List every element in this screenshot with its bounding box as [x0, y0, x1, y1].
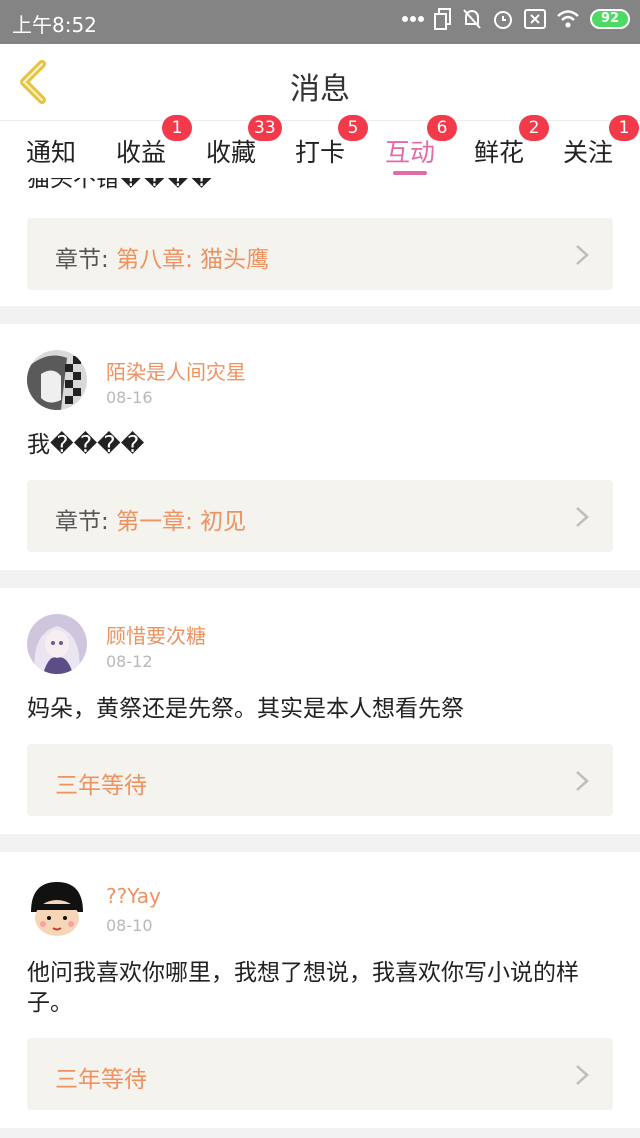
page-title: 消息 [290, 72, 350, 107]
message-list[interactable]: 猫头不错���� 章节: 第八章: 猫头鹰 陌染是人间灾星 08-16 我���… [0, 178, 640, 1138]
avatar[interactable] [27, 350, 87, 410]
chapter-text: 章节: 第八章: 猫头鹰 [55, 240, 269, 274]
chapter-name: 第一章: 初见 [116, 509, 247, 535]
sim-icon [434, 8, 451, 30]
tab-badge: 5 [338, 115, 368, 141]
tab-badge: 1 [162, 115, 192, 141]
tab-interaction[interactable]: 互动 6 [385, 115, 457, 169]
sim-off-icon [524, 9, 546, 29]
tab-bar: 通知 收益 1 收藏 33 打卡 5 互动 6 鲜花 2 关注 1 [0, 115, 640, 178]
tab-label: 关注 [563, 138, 614, 167]
tab-label: 通知 [26, 138, 77, 167]
chapter-prefix: 章节: [55, 509, 117, 535]
avatar-image [27, 878, 87, 938]
user-name[interactable]: 顾惜要次糖 [106, 620, 206, 649]
tab-badge: 33 [248, 115, 282, 141]
user-name[interactable]: ??Yay [106, 884, 161, 908]
wifi-icon [557, 10, 579, 28]
tab-label: 打卡 [295, 138, 346, 167]
chapter-name: 三年等待 [55, 1067, 147, 1093]
chevron-right-icon [576, 245, 589, 265]
avatar[interactable] [27, 878, 87, 938]
status-bar: 上午8:52 92 [0, 0, 640, 44]
chapter-name: 三年等待 [55, 773, 147, 799]
user-name[interactable]: 陌染是人间灾星 [106, 356, 246, 385]
tab-badge: 2 [519, 115, 549, 141]
status-icons: 92 [402, 8, 630, 30]
tab-label: 收益 [116, 138, 167, 167]
more-dots-icon [402, 16, 424, 22]
post-date: 08-12 [106, 652, 153, 671]
battery-level: 92 [600, 11, 620, 26]
chapter-text: 三年等待 [55, 766, 147, 800]
tab-flowers[interactable]: 鲜花 2 [474, 115, 549, 169]
list-item: 顾惜要次糖 08-12 妈朵，黄祭还是先祭。其实是本人想看先祭 三年等待 [0, 588, 640, 834]
active-tab-indicator [393, 171, 427, 175]
list-item: 陌染是人间灾星 08-16 我���� 章节: 第一章: 初见 [0, 324, 640, 570]
tab-badge: 1 [609, 115, 639, 141]
message-text: 妈朵，黄祭还是先祭。其实是本人想看先祭 [27, 696, 464, 722]
chapter-prefix: 章节: [55, 247, 117, 273]
avatar[interactable] [27, 614, 87, 674]
chapter-name: 第八章: 猫头鹰 [116, 247, 270, 273]
tab-label: 鲜花 [474, 138, 525, 167]
chapter-text: 三年等待 [55, 1060, 147, 1094]
battery-icon: 92 [590, 9, 630, 29]
message-text: 猫头不错���� [27, 178, 214, 192]
post-date: 08-10 [106, 916, 153, 935]
chapter-link[interactable]: 章节: 第八章: 猫头鹰 [27, 218, 613, 290]
tab-earnings[interactable]: 收益 1 [116, 115, 192, 169]
tab-label: 收藏 [206, 138, 257, 167]
message-text: 他问我喜欢你哪里，我想了想说，我喜欢你写小说的样子。 [27, 960, 579, 1016]
chevron-right-icon [576, 1065, 589, 1085]
chapter-text: 章节: 第一章: 初见 [55, 502, 246, 536]
bell-muted-icon [463, 9, 481, 29]
chevron-right-icon [576, 507, 589, 527]
chapter-link[interactable]: 章节: 第一章: 初见 [27, 480, 613, 552]
tab-favorites[interactable]: 收藏 33 [206, 115, 282, 169]
tab-label: 互动 [385, 138, 436, 167]
chapter-link[interactable]: 三年等待 [27, 744, 613, 816]
list-item: 猫头不错���� 章节: 第八章: 猫头鹰 [0, 178, 640, 306]
tab-follow[interactable]: 关注 1 [563, 115, 639, 169]
chevron-right-icon [576, 771, 589, 791]
message-text: 我���� [27, 432, 145, 458]
avatar-image [27, 350, 87, 410]
list-item: ??Yay 08-10 他问我喜欢你哪里，我想了想说，我喜欢你写小说的样子。 三… [0, 852, 640, 1128]
avatar-image [27, 614, 87, 674]
tab-checkin[interactable]: 打卡 5 [295, 115, 368, 169]
tab-notice[interactable]: 通知 [26, 133, 76, 169]
post-date: 08-16 [106, 388, 153, 407]
chapter-link[interactable]: 三年等待 [27, 1038, 613, 1110]
tab-badge: 6 [427, 115, 457, 141]
status-time: 上午8:52 [12, 13, 97, 37]
header: 消息 [0, 44, 640, 120]
alarm-icon [494, 11, 512, 29]
